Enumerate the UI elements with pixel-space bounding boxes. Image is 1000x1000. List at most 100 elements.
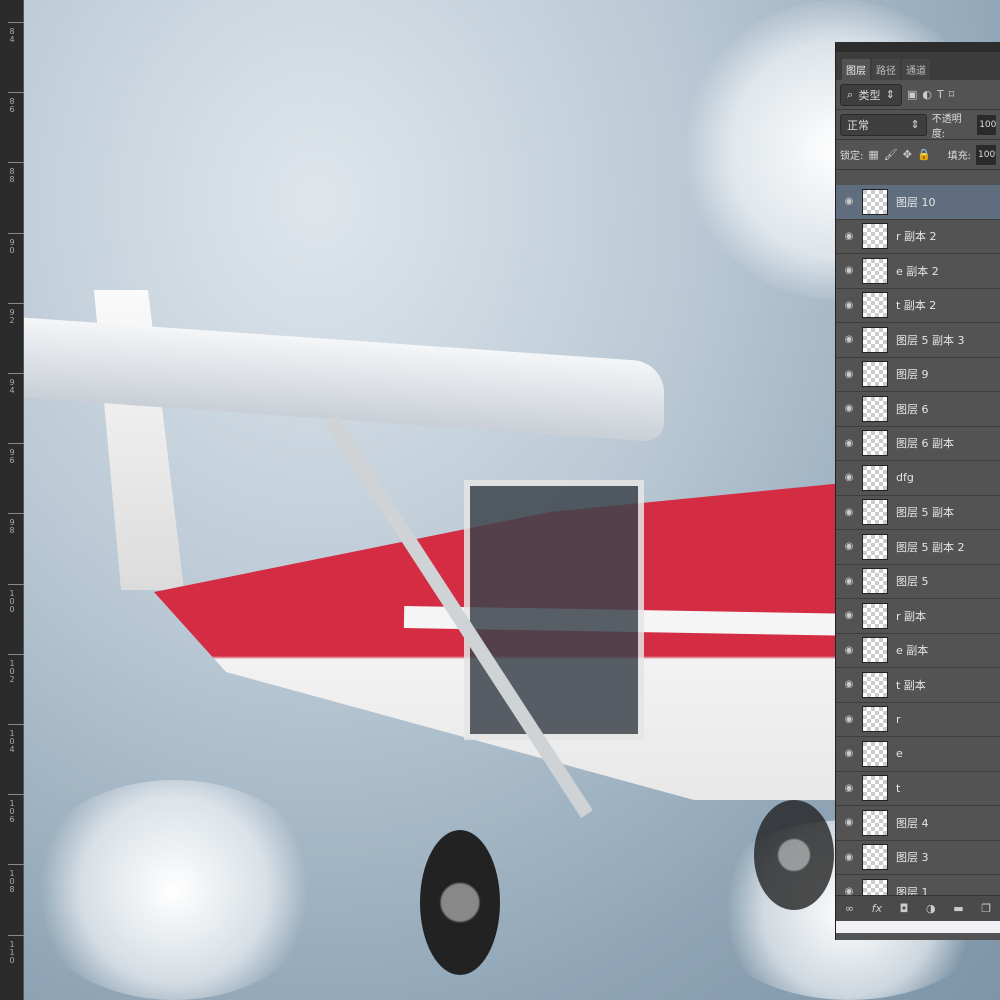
airplane-wheel — [754, 800, 834, 910]
new-group-folder-icon[interactable]: ▬ — [953, 902, 963, 915]
blend-row: 正常 ⇕ 不透明度: 100% — [836, 110, 1000, 140]
layer-row[interactable]: ◉ r 副本 — [836, 599, 1000, 634]
type-filter-icon[interactable]: T — [937, 88, 944, 101]
fill-input[interactable]: 100% — [976, 144, 997, 165]
visibility-eye-icon[interactable]: ◉ — [836, 748, 862, 759]
link-layers-icon[interactable]: ∞ — [845, 902, 854, 915]
layer-name: e 副本 2 — [896, 264, 939, 278]
shape-filter-icon[interactable]: ⌑ — [949, 88, 955, 101]
visibility-eye-icon[interactable]: ◉ — [836, 541, 862, 552]
visibility-eye-icon[interactable]: ◉ — [836, 472, 862, 483]
visibility-eye-icon[interactable]: ◉ — [836, 231, 862, 242]
layer-row[interactable]: ◉ 图层 5 副本 2 — [836, 530, 1000, 565]
visibility-eye-icon[interactable]: ◉ — [836, 645, 862, 656]
layer-row[interactable]: ◉ 图层 5 副本 — [836, 496, 1000, 530]
ruler-label: 108 — [9, 869, 15, 895]
visibility-eye-icon[interactable]: ◉ — [836, 334, 862, 345]
layer-row[interactable]: ◉ 图层 10 — [836, 185, 1000, 220]
layer-row[interactable]: ◉ t — [836, 772, 1000, 806]
visibility-eye-icon[interactable]: ◉ — [836, 438, 862, 449]
layer-thumbnail — [862, 602, 888, 629]
adjustment-filter-icon[interactable]: ◐ — [922, 88, 932, 101]
visibility-eye-icon[interactable]: ◉ — [836, 507, 862, 518]
visibility-eye-icon[interactable]: ◉ — [836, 783, 862, 794]
visibility-eye-icon[interactable]: ◉ — [836, 610, 862, 621]
chevron-updown-icon: ⇕ — [885, 88, 895, 101]
image-filter-icon[interactable]: ▣ — [907, 88, 917, 101]
layer-row[interactable]: ◉ e — [836, 737, 1000, 772]
layer-row[interactable]: ◉ 图层 3 — [836, 841, 1000, 875]
layer-row[interactable]: ◉ t 副本 — [836, 668, 1000, 703]
layer-thumbnail — [862, 775, 888, 802]
visibility-eye-icon[interactable]: ◉ — [836, 679, 862, 690]
visibility-eye-icon[interactable]: ◉ — [836, 265, 862, 276]
layer-row[interactable]: ◉ 图层 5 副本 3 — [836, 323, 1000, 358]
airplane-cabin — [464, 480, 644, 740]
layer-name: 图层 9 — [896, 368, 929, 382]
tab-layers[interactable]: 图层 — [842, 59, 870, 80]
ruler-label: 106 — [9, 799, 15, 825]
visibility-eye-icon[interactable]: ◉ — [836, 714, 862, 725]
layer-name: r 副本 — [896, 609, 927, 623]
ruler-label: 104 — [9, 729, 15, 754]
lock-label: 锁定: — [840, 151, 864, 162]
layer-thumbnail — [862, 326, 888, 353]
tab-channels[interactable]: 通道 — [902, 59, 930, 80]
fill-label: 填充: — [947, 151, 972, 162]
layer-row[interactable]: ◉ r 副本 2 — [836, 220, 1000, 254]
visibility-eye-icon[interactable]: ◉ — [836, 817, 862, 828]
lock-row: 锁定: ▦ 🖌 ✥ 🔒 填充: 100% — [836, 140, 1000, 170]
tab-paths[interactable]: 路径 — [872, 59, 900, 80]
layer-name: dfg — [896, 471, 914, 485]
layer-row[interactable]: ◉ r — [836, 703, 1000, 737]
visibility-eye-icon[interactable]: ◉ — [836, 369, 862, 380]
adjustment-layer-icon[interactable]: ◑ — [926, 902, 936, 915]
ruler-label: 110 — [9, 939, 15, 965]
lock-paint-brush-icon[interactable]: 🖌 — [884, 148, 898, 161]
ruler-tick — [8, 232, 24, 234]
lock-transparency-icon[interactable]: ▦ — [868, 148, 878, 161]
layer-row[interactable]: ◉ e 副本 — [836, 634, 1000, 668]
layer-row[interactable]: ◉ 图层 9 — [836, 358, 1000, 392]
layer-row[interactable]: ◉ 图层 5 — [836, 565, 1000, 599]
visibility-eye-icon[interactable]: ◉ — [836, 852, 862, 863]
filter-kind-select[interactable]: ⌕ 类型 ⇕ — [840, 83, 902, 106]
layer-row[interactable]: ◉ 图层 4 — [836, 806, 1000, 841]
layer-row[interactable]: ◉ 图层 6 — [836, 392, 1000, 427]
blend-mode-select[interactable]: 正常 ⇕ — [840, 113, 927, 136]
ruler-label: 90 — [9, 237, 15, 255]
panel-scroll-strip[interactable] — [836, 921, 1000, 933]
visibility-eye-icon[interactable]: ◉ — [836, 886, 862, 895]
add-mask-icon[interactable]: ◘ — [900, 902, 909, 915]
layer-row[interactable]: ◉ e 副本 2 — [836, 254, 1000, 289]
layer-thumbnail — [862, 844, 888, 871]
visibility-eye-icon[interactable]: ◉ — [836, 403, 862, 414]
vertical-ruler[interactable]: 84 86 88 90 92 94 96 98 100 102 104 106 108 110 — [0, 0, 24, 1000]
lock-position-move-icon[interactable]: ✥ — [903, 148, 912, 161]
visibility-eye-icon[interactable]: ◉ — [836, 576, 862, 587]
ruler-tick — [8, 162, 24, 164]
visibility-eye-icon[interactable]: ◉ — [836, 300, 862, 311]
layer-list[interactable]: ◉ 图层 10 ◉ r 副本 2 ◉ e 副本 2 ◉ t 副本 2 ◉ 图层 5 副本 3 ◉ 图层… — [836, 185, 1000, 895]
layer-name: 图层 5 副本 2 — [896, 540, 965, 554]
layer-thumbnail — [862, 671, 888, 698]
lock-all-icon[interactable]: 🔒 — [917, 148, 931, 161]
ruler-tick — [8, 583, 24, 585]
visibility-eye-icon[interactable]: ◉ — [836, 196, 862, 207]
ruler-tick — [8, 443, 24, 445]
layer-row[interactable]: ◉ t 副本 2 — [836, 289, 1000, 323]
layer-name: 图层 6 副本 — [896, 437, 954, 451]
opacity-input[interactable]: 100% — [977, 114, 996, 135]
layer-thumbnail — [862, 223, 888, 250]
layer-row[interactable]: ◉ 图层 1 — [836, 875, 1000, 895]
layer-row[interactable]: ◉ 图层 6 副本 — [836, 427, 1000, 461]
layer-row[interactable]: ◉ dfg — [836, 461, 1000, 496]
ruler-label: 94 — [9, 378, 15, 395]
ruler-label: 98 — [9, 518, 15, 536]
layer-thumbnail — [862, 395, 888, 422]
cloud — [24, 780, 324, 1000]
new-layer-icon[interactable]: ❐ — [981, 902, 991, 915]
layer-thumbnail — [862, 568, 888, 595]
fx-icon[interactable]: fx — [872, 902, 882, 915]
layer-name: t 副本 — [896, 678, 926, 692]
